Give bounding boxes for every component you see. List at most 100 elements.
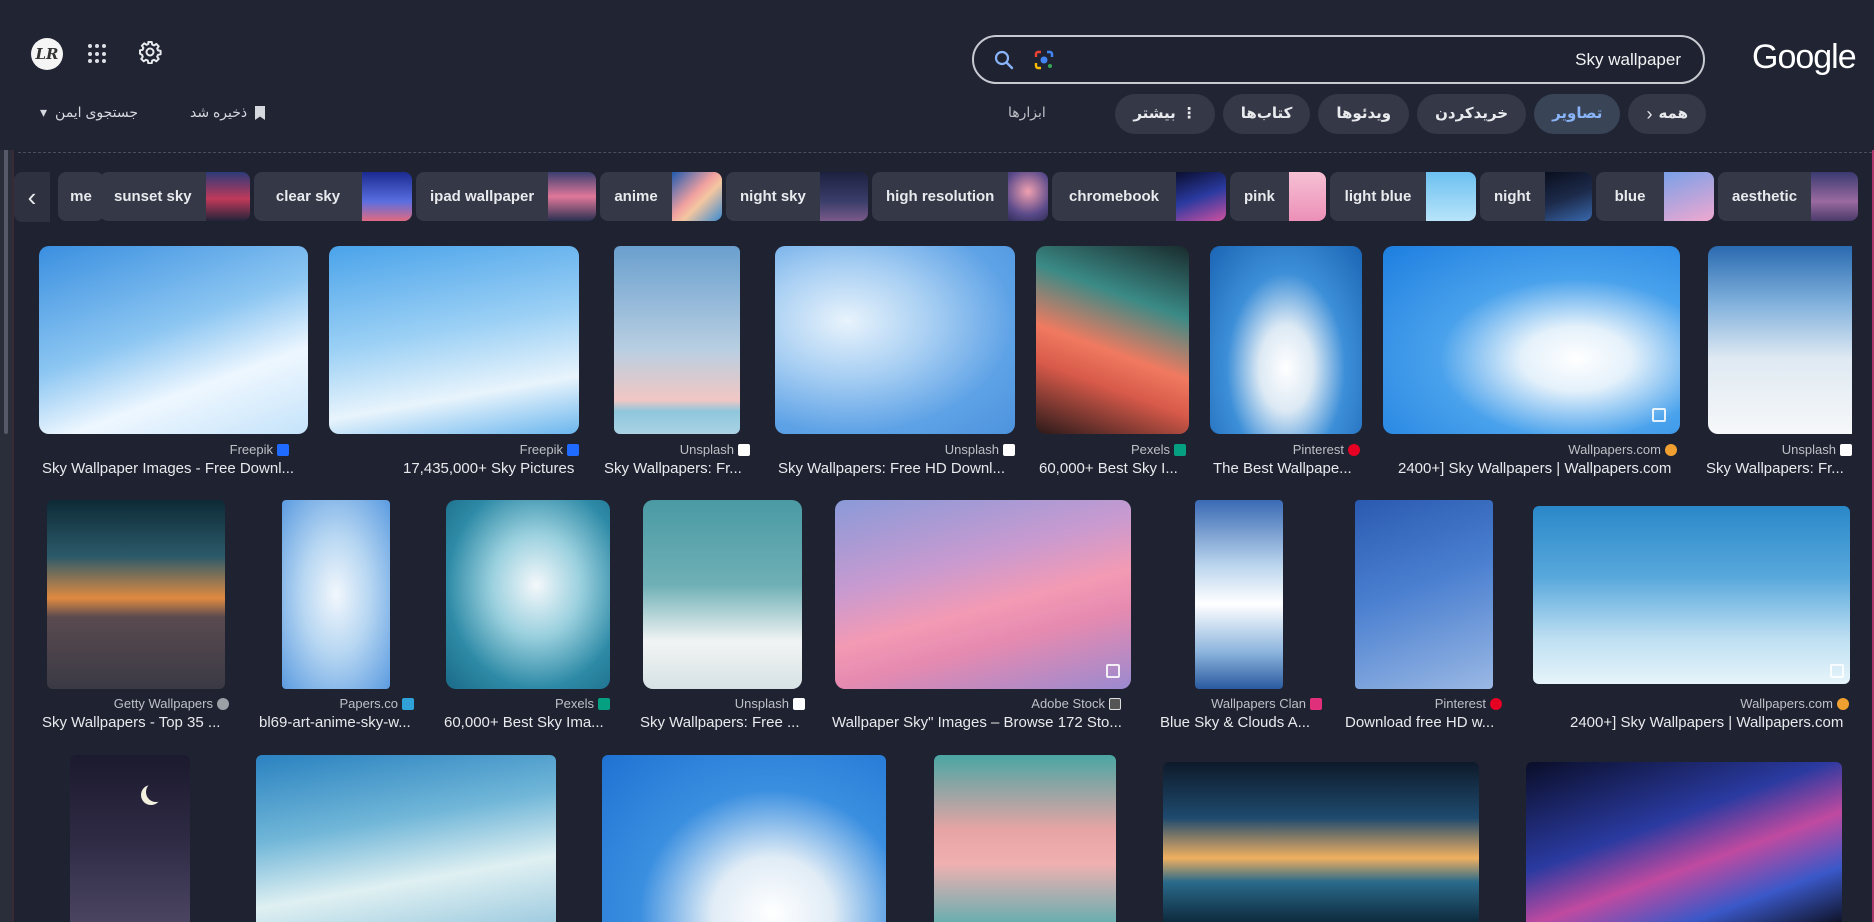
chip-light-blue[interactable]: light blue <box>1330 172 1476 221</box>
result-title[interactable]: Sky Wallpapers: Fr... <box>1706 460 1852 477</box>
tab-more[interactable]: بیشتر ⋮ <box>1115 94 1215 134</box>
safe-search-dropdown[interactable]: ▾ جستجوی ایمن <box>40 104 138 121</box>
result-title[interactable]: Download free HD w... <box>1345 714 1503 731</box>
result-title[interactable]: Wallpaper Sky" Images – Browse 172 Sto..… <box>832 714 1128 731</box>
result-title[interactable]: Sky Wallpapers: Free ... <box>640 714 802 731</box>
result-title[interactable]: The Best Wallpape... <box>1213 460 1361 477</box>
result-source[interactable]: Unsplash <box>600 442 750 457</box>
tab-books[interactable]: کتاب‌ها <box>1222 94 1311 134</box>
chip-label: clear sky <box>275 188 341 205</box>
result-image[interactable] <box>282 500 390 689</box>
search-box[interactable]: Sky wallpaper <box>972 35 1705 84</box>
result-title[interactable]: bl69-art-anime-sky-w... <box>259 714 415 731</box>
result-image[interactable] <box>775 246 1015 434</box>
chip-aesthetic[interactable]: aesthetic <box>1718 172 1858 221</box>
result-source[interactable]: Unsplash <box>775 442 1015 457</box>
tab-images[interactable]: تصاویر <box>1534 94 1621 134</box>
chip-clear-sky[interactable]: clear sky <box>254 172 412 221</box>
result-image[interactable] <box>47 500 225 689</box>
result-source[interactable]: Getty Wallpapers <box>47 696 229 711</box>
chevron-right-icon: › <box>1646 104 1653 124</box>
result-image[interactable] <box>70 755 190 922</box>
google-logo[interactable]: Google <box>1752 38 1857 77</box>
avatar[interactable]: LR <box>31 38 63 70</box>
result-image[interactable] <box>1383 246 1680 434</box>
result-image[interactable] <box>614 246 740 434</box>
result-title[interactable]: Blue Sky & Clouds A... <box>1160 714 1320 731</box>
search-icon[interactable] <box>992 48 1016 72</box>
result-image[interactable] <box>1195 500 1283 689</box>
adobe-stock-favicon-icon <box>1109 697 1121 710</box>
result-image[interactable] <box>39 246 308 434</box>
result-title[interactable]: 2400+] Sky Wallpapers | Wallpapers.com <box>1570 714 1852 731</box>
result-source[interactable]: Papers.co <box>232 696 414 711</box>
saved-button[interactable]: ذخیره شد <box>190 104 267 121</box>
result-image[interactable] <box>1533 506 1850 684</box>
result-image[interactable] <box>329 246 579 434</box>
chip-pink[interactable]: pink <box>1230 172 1326 221</box>
result-title[interactable]: Sky Wallpaper Images - Free Downl... <box>42 460 308 477</box>
apps-grid-icon[interactable] <box>88 44 108 64</box>
result-source[interactable]: Pinterest <box>1340 696 1502 711</box>
tab-videos[interactable]: ویدئوها <box>1318 94 1410 134</box>
result-source[interactable]: Pinterest <box>1210 442 1360 457</box>
gear-icon[interactable] <box>138 40 162 64</box>
source-name: Unsplash <box>944 442 999 457</box>
chip-me[interactable]: me <box>58 172 104 221</box>
chip-ipad-wallpaper[interactable]: ipad wallpaper <box>416 172 596 221</box>
source-name: Wallpapers.com <box>1568 442 1661 457</box>
result-image[interactable] <box>256 755 556 922</box>
result-source[interactable]: Pexels <box>446 696 610 711</box>
result-source[interactable]: Unsplash <box>643 696 805 711</box>
result-image[interactable] <box>1210 246 1362 434</box>
tab-all[interactable]: › همه <box>1628 94 1706 134</box>
result-title[interactable]: Sky Wallpapers - Top 35 ... <box>42 714 228 731</box>
pexels-favicon-icon <box>1174 443 1186 456</box>
result-title[interactable]: 17,435,000+ Sky Pictures <box>403 460 613 477</box>
result-image[interactable] <box>1163 762 1479 922</box>
result-source[interactable]: Adobe Stock <box>835 696 1121 711</box>
result-title[interactable]: Sky Wallpapers: Free HD Downl... <box>778 460 1014 477</box>
result-image[interactable] <box>1355 500 1493 689</box>
chip-label: pink <box>1244 188 1275 205</box>
result-source[interactable]: Wallpapers Clan <box>1160 696 1322 711</box>
result-image[interactable] <box>1036 246 1189 434</box>
chip-thumbnail <box>362 172 412 221</box>
result-image[interactable] <box>643 500 802 689</box>
result-source[interactable]: Wallpapers.com <box>1533 696 1849 711</box>
saved-label: ذخیره شد <box>190 104 248 120</box>
search-input[interactable]: Sky wallpaper <box>1575 50 1681 70</box>
chip-night[interactable]: night <box>1480 172 1592 221</box>
tools-button[interactable]: ابزارها <box>1008 104 1046 121</box>
chip-label: sunset sky <box>114 188 192 205</box>
google-lens-icon[interactable] <box>1032 48 1056 72</box>
result-title[interactable]: 60,000+ Best Sky I... <box>1039 460 1189 477</box>
papers-favicon-icon <box>402 697 414 710</box>
chip-night-sky[interactable]: night sky <box>726 172 868 221</box>
result-image[interactable] <box>602 755 886 922</box>
chip-blue[interactable]: blue <box>1596 172 1714 221</box>
result-title[interactable]: Sky Wallpapers: Fr... <box>604 460 750 477</box>
result-title[interactable]: 2400+] Sky Wallpapers | Wallpapers.com <box>1398 460 1680 477</box>
chip-label: light blue <box>1344 188 1412 205</box>
result-source[interactable]: Unsplash <box>1700 442 1852 457</box>
chip-sunset-sky[interactable]: sunset sky <box>100 172 250 221</box>
result-image[interactable] <box>934 755 1116 922</box>
result-image[interactable] <box>446 500 610 689</box>
result-image[interactable] <box>835 500 1131 689</box>
result-title[interactable]: 60,000+ Best Sky Ima... <box>444 714 610 731</box>
safe-search-label: جستجوی ایمن <box>55 104 139 120</box>
result-source[interactable]: Freepik <box>39 442 289 457</box>
result-image[interactable] <box>1708 246 1852 434</box>
chip-thumbnail <box>1008 172 1048 221</box>
result-source[interactable]: Freepik <box>329 442 579 457</box>
result-source[interactable]: Wallpapers.com <box>1383 442 1677 457</box>
chip-anime[interactable]: anime <box>600 172 722 221</box>
source-name: Freepik <box>229 442 273 457</box>
chip-high-resolution[interactable]: high resolution <box>872 172 1048 221</box>
tab-shopping[interactable]: خریدکردن <box>1417 94 1527 134</box>
chips-prev-button[interactable]: ‹ <box>14 172 50 222</box>
result-source[interactable]: Pexels <box>1036 442 1186 457</box>
chip-chromebook[interactable]: chromebook <box>1052 172 1226 221</box>
result-image[interactable] <box>1526 762 1842 922</box>
